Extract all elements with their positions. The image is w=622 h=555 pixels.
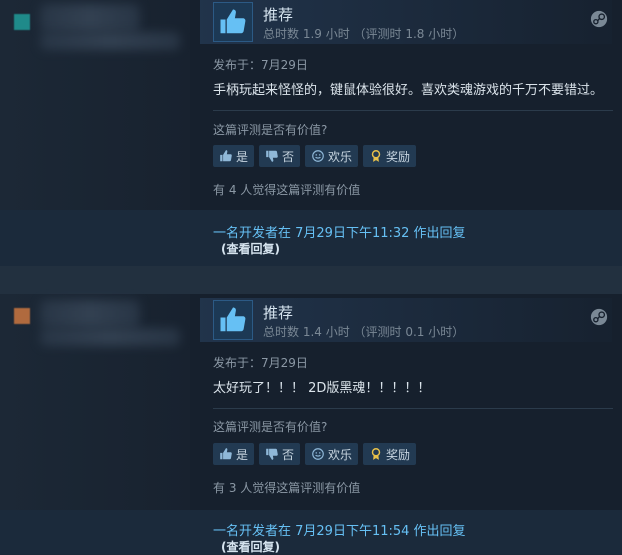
vote-no-button[interactable]: 否 — [259, 443, 301, 465]
award-label: 奖励 — [386, 447, 411, 462]
posted-date: 发布于：7月29日 — [213, 356, 308, 370]
reviewer-name-blurred — [40, 300, 140, 328]
vote-yes-label: 是 — [236, 149, 249, 164]
thumbs-down-icon — [266, 150, 278, 162]
found-helpful: 有 3 人觉得这篇评测有价值 — [213, 481, 361, 495]
recommendation-title: 推荐 — [263, 6, 294, 24]
vote-no-button[interactable]: 否 — [259, 145, 301, 167]
vote-yes-label: 是 — [236, 447, 249, 462]
helpful-question: 这篇评测是否有价值? — [213, 420, 328, 434]
posted-date: 发布于：7月29日 — [213, 58, 308, 72]
vote-funny-label: 欢乐 — [328, 149, 353, 164]
reviewer-author-blurred[interactable] — [0, 0, 190, 60]
steam-icon[interactable] — [590, 308, 608, 330]
developer-response-link[interactable]: 一名开发者在 7月29日下午11:54 作出回复 — [213, 520, 466, 539]
found-helpful: 有 4 人觉得这篇评测有价值 — [213, 183, 361, 197]
recommendation-title: 推荐 — [263, 304, 294, 322]
avatar[interactable] — [14, 308, 30, 324]
award-button[interactable]: 奖励 — [363, 443, 417, 465]
reviewer-author-blurred[interactable] — [0, 294, 190, 354]
thumbs-down-icon — [266, 448, 278, 460]
vote-yes-button[interactable]: 是 — [213, 443, 255, 465]
award-icon — [371, 448, 381, 460]
smiley-icon — [312, 150, 324, 162]
divider — [213, 110, 613, 111]
award-icon — [371, 150, 381, 162]
thumbs-up-icon — [213, 300, 253, 340]
vote-buttons: 是 否 欢乐 奖励 — [213, 443, 417, 465]
review-content: 太好玩了！！！ 2D版黑魂！！！！！ — [213, 381, 431, 396]
helpful-question: 这篇评测是否有价值? — [213, 123, 328, 137]
view-reply-link[interactable]: (查看回复) — [221, 240, 280, 257]
review-separator — [0, 266, 622, 294]
smiley-icon — [312, 448, 324, 460]
recommendation-header: 推荐 总时数 1.9 小时 （评测时 1.8 小时） — [200, 0, 612, 44]
playtime: 总时数 1.9 小时 （评测时 1.8 小时） — [263, 27, 465, 41]
playtime: 总时数 1.4 小时 （评测时 0.1 小时） — [263, 325, 465, 339]
award-button[interactable]: 奖励 — [363, 145, 417, 167]
vote-buttons: 是 否 欢乐 奖励 — [213, 145, 417, 167]
avatar[interactable] — [14, 14, 30, 30]
award-label: 奖励 — [386, 149, 411, 164]
vote-funny-button[interactable]: 欢乐 — [305, 443, 359, 465]
reviewer-name-blurred — [40, 4, 140, 32]
vote-yes-button[interactable]: 是 — [213, 145, 255, 167]
review-content: 手柄玩起来怪怪的，键鼠体验很好。喜欢类魂游戏的千万不要错过。 — [213, 83, 604, 98]
reviewer-info-blurred — [40, 32, 180, 50]
thumbs-up-icon — [220, 448, 232, 460]
recommendation-header: 推荐 总时数 1.4 小时 （评测时 0.1 小时） — [200, 298, 612, 342]
vote-no-label: 否 — [282, 447, 295, 462]
vote-no-label: 否 — [282, 149, 295, 164]
reviewer-info-blurred — [40, 328, 180, 346]
steam-icon[interactable] — [590, 10, 608, 32]
divider — [213, 408, 613, 409]
vote-funny-label: 欢乐 — [328, 447, 353, 462]
developer-response-link[interactable]: 一名开发者在 7月29日下午11:32 作出回复 — [213, 222, 466, 241]
thumbs-up-icon — [213, 2, 253, 42]
thumbs-up-icon — [220, 150, 232, 162]
vote-funny-button[interactable]: 欢乐 — [305, 145, 359, 167]
view-reply-link[interactable]: (查看回复) — [221, 538, 280, 555]
